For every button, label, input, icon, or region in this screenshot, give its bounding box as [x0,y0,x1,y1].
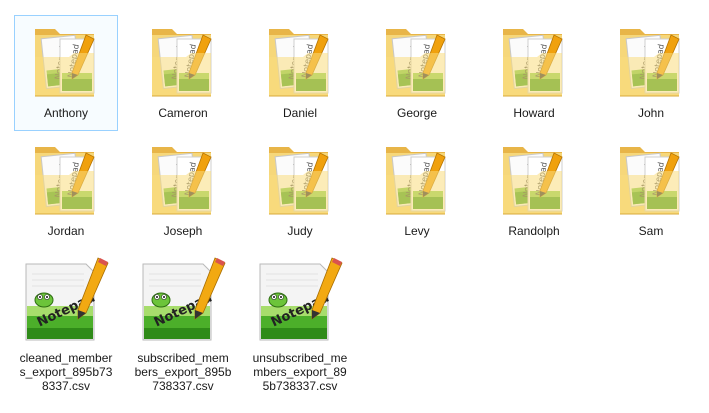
folder-icon: Notepad Notepad [15,143,117,219]
folder-item-daniel[interactable]: Notepad Notepad Daniel [248,15,352,131]
folder-label: Levy [404,224,430,238]
folder-item-randolph[interactable]: Notepad Notepad Randolph [482,133,586,249]
folder-item-sam[interactable]: Notepad Notepad Sam [599,133,703,249]
notepadpp-file-icon: Notepad [132,254,234,346]
folder-label: Sam [638,224,664,238]
file-item[interactable]: Notepad cleaned_members_export_895b73833… [14,251,118,401]
folder-label: Jordan [47,224,85,238]
folder-icon: Notepad Notepad [132,25,234,101]
folder-label: George [396,106,438,120]
folder-icon: Notepad Notepad [600,143,702,219]
folder-icon: Notepad Notepad [132,143,234,219]
notepadpp-file-icon: Notepad [249,254,351,346]
folder-icon: Notepad Notepad [483,25,585,101]
file-item[interactable]: Notepad unsubscribed_members_export_895b… [248,251,352,401]
folder-item-anthony[interactable]: Notepad Notepad Anthony [14,15,118,131]
folder-label: Anthony [43,106,89,120]
folder-icon: Notepad Notepad [483,143,585,219]
folder-item-howard[interactable]: Notepad Notepad Howard [482,15,586,131]
folder-icon: Notepad Notepad [366,25,468,101]
file-label: cleaned_members_export_895b738337.csv [19,351,113,393]
folder-label: Randolph [508,224,560,238]
folder-item-levy[interactable]: Notepad Notepad Levy [365,133,469,249]
folder-icon: Notepad Notepad [249,25,351,101]
folder-label: Daniel [282,106,318,120]
folder-icon: Notepad Notepad [600,25,702,101]
folder-label: Judy [287,224,313,238]
notepadpp-file-icon: Notepad [15,254,117,346]
folder-icon: Notepad Notepad [249,143,351,219]
folder-item-cameron[interactable]: Notepad Notepad Cameron [131,15,235,131]
folder-item-joseph[interactable]: Notepad Notepad Joseph [131,133,235,249]
file-label: unsubscribed_members_export_895b738337.c… [252,351,348,393]
folder-icon: Notepad Notepad [15,25,117,101]
file-item[interactable]: Notepad subscribed_members_export_895b73… [131,251,235,401]
folder-label: Joseph [163,224,203,238]
folder-item-jordan[interactable]: Notepad Notepad Jordan [14,133,118,249]
folder-item-judy[interactable]: Notepad Notepad Judy [248,133,352,249]
folder-item-john[interactable]: Notepad Notepad John [599,15,703,131]
folder-label: Howard [513,106,555,120]
file-label: subscribed_members_export_895b738337.csv [134,351,232,393]
folder-item-george[interactable]: Notepad Notepad George [365,15,469,131]
folder-label: Cameron [158,106,208,120]
folder-icon: Notepad Notepad [366,143,468,219]
folder-label: John [637,106,665,120]
